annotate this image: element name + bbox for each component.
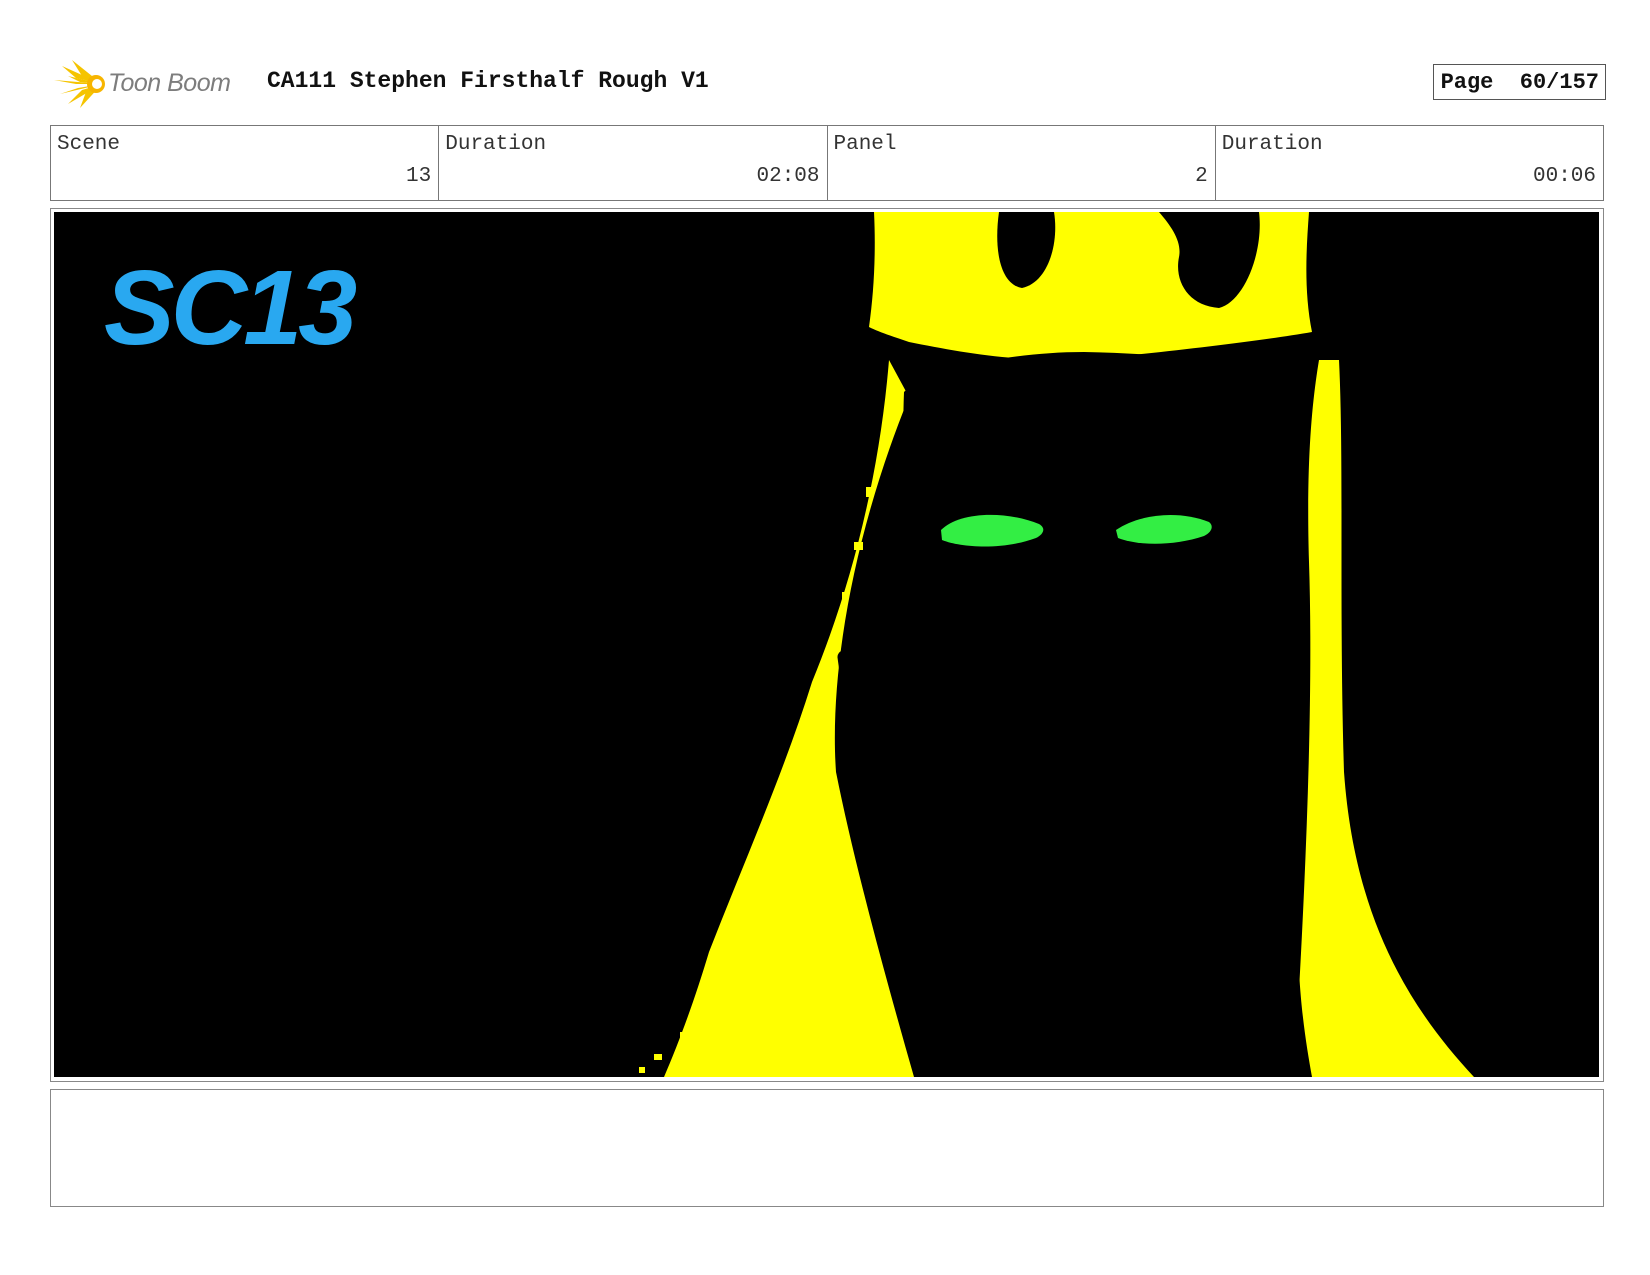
panel-caption-area <box>50 1089 1604 1207</box>
scene-duration-label: Duration <box>445 133 547 156</box>
page-label: Page <box>1440 70 1494 95</box>
panel-value: 2 <box>1195 165 1208 188</box>
page-indicator: Page 60/157 <box>1432 64 1606 100</box>
page-number: 60/157 <box>1519 70 1599 95</box>
scene-annotation: SC13 <box>104 249 356 367</box>
panel-duration-value: 00:06 <box>1532 165 1596 188</box>
panel-duration-cell: Duration 00:06 <box>1216 126 1603 200</box>
logo-wordmark: Toon Boom <box>108 69 231 97</box>
scene-duration-value: 02:08 <box>756 165 820 188</box>
scene-info-table: Scene 13 Duration 02:08 Panel 2 Duration… <box>50 125 1604 201</box>
storyboard-panel: SC13 <box>50 208 1604 1082</box>
scene-cell: Scene 13 <box>51 126 440 200</box>
toon-boom-logo: Toon Boom <box>50 58 250 108</box>
scene-value: 13 <box>406 165 432 188</box>
panel-label: Panel <box>833 133 897 156</box>
panel-artwork: SC13 <box>54 212 1599 1077</box>
starburst-icon <box>54 60 105 108</box>
document-title: CA111 Stephen Firsthalf Rough V1 <box>267 68 709 94</box>
scene-duration-cell: Duration 02:08 <box>439 126 828 200</box>
panel-duration-label: Duration <box>1221 133 1323 156</box>
panel-drawing: SC13 <box>54 212 1599 1077</box>
panel-cell: Panel 2 <box>828 126 1216 200</box>
page-header: Toon Boom CA111 Stephen Firsthalf Rough … <box>50 56 1606 108</box>
scene-label: Scene <box>57 133 121 156</box>
